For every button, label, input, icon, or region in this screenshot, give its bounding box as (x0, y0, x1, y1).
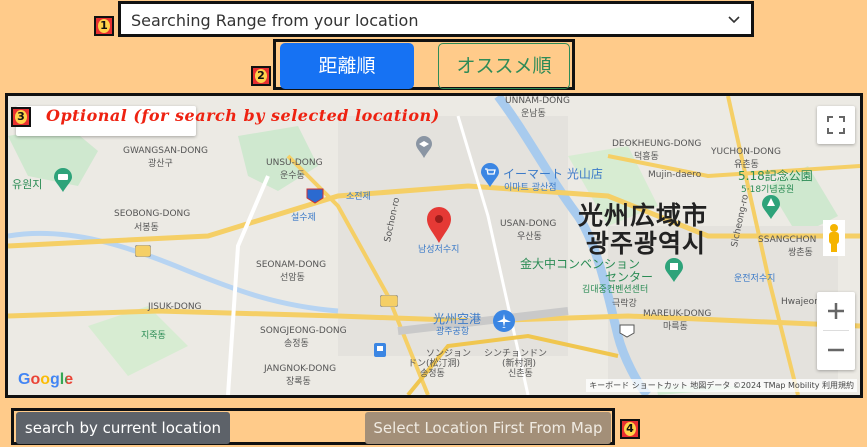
plus-icon (828, 303, 844, 319)
search-range-label: Searching Range from your location (131, 11, 419, 30)
map-label-deokheung-ko: 덕흥동 (634, 152, 659, 162)
map-label-sinchon-ko: 신촌동 (508, 369, 533, 379)
map-label-convention-ko: 김대중컨벤션센터 (582, 285, 649, 295)
train-station-icon (374, 343, 386, 357)
map-label-seobong-ko: 서봉동 (134, 223, 159, 233)
map-label-yuchon: YUCHON-DONG (711, 147, 781, 157)
camera-pin-icon (54, 168, 72, 192)
zoom-out-button[interactable] (817, 331, 855, 369)
map-label-unnam-ko: 운남동 (521, 109, 546, 119)
zoom-in-button[interactable] (817, 292, 855, 330)
map-label-unjeon: 운전저수지 (734, 274, 776, 284)
map-label-emart-ko: 이마트 광산점 (504, 183, 557, 193)
action-bar: search by current location Select Locati… (11, 408, 615, 445)
optional-note: Optional (for search by selected locatio… (46, 106, 440, 125)
route-shield-icon (380, 295, 398, 307)
step-badge-1: 1 (94, 16, 114, 36)
map-label-jisuk: JISUK-DONG (148, 302, 202, 312)
fullscreen-button[interactable] (817, 106, 855, 144)
search-current-location-button[interactable]: search by current location (16, 412, 230, 444)
map-label-gorakgang: 극락강 (612, 299, 637, 309)
step-badge-4: 4 (620, 419, 640, 439)
map-label-deokheung: DEOKHEUNG-DONG (612, 139, 702, 149)
minus-icon (828, 348, 844, 352)
map-label-jisuk-ko: 지죽동 (141, 331, 166, 341)
route-shield-icon-77 (619, 324, 635, 338)
map-view[interactable]: GWANGSAN-DONG 광산구 SEOBONG-DONG 서봉동 SEONA… (5, 93, 863, 398)
select-location-button[interactable]: Select Location First From Map (365, 412, 611, 444)
selected-location-pin-icon[interactable] (427, 207, 451, 243)
shopping-cart-icon (481, 163, 499, 187)
route-shield-icon-22 (135, 245, 151, 257)
map-label-songjeong: SONGJEONG-DONG (260, 326, 347, 336)
map-attribution[interactable]: キーボード ショートカット 地図データ ©2024 TMap Mobility … (586, 379, 857, 392)
map-label-seonam: SEONAM-DONG (256, 260, 327, 270)
map-label-usan: USAN-DONG (500, 219, 557, 229)
chevron-down-icon (728, 16, 740, 24)
map-label-seonam-ko: 선암동 (280, 273, 305, 283)
map-label-gwangsan: GWANGSAN-DONG (123, 146, 208, 156)
map-label-jangnok-ko: 장록동 (286, 377, 311, 387)
airport-icon (493, 310, 515, 332)
map-label-unsu-ko: 운수동 (280, 171, 305, 181)
map-label-gwangsan-ko: 광산구 (148, 159, 173, 169)
building-pin-icon (665, 258, 683, 282)
zoom-control (817, 292, 855, 370)
map-label-unsu: UNSU-DONG (266, 158, 323, 168)
search-range-select[interactable]: Searching Range from your location (118, 1, 754, 37)
map-label-mareuk: MAREUK-DONG (643, 309, 712, 319)
sort-by-distance-button[interactable]: 距離順 (280, 43, 414, 89)
map-label-hwajeong: Hwajeor (781, 297, 818, 307)
map-label-yuwonji: 유원지 (12, 178, 43, 191)
map-label-memorial-ko: 5·18기념공원 (741, 185, 795, 195)
map-label-seobong: SEOBONG-DONG (114, 209, 191, 219)
step-badge-3: 3 (11, 107, 31, 127)
map-label-unnam: UNNAM-DONG (505, 96, 570, 106)
map-label-sosuje: 소전제 (346, 192, 371, 202)
fullscreen-icon (827, 116, 845, 134)
map-label-usan-ko: 우산동 (517, 232, 542, 242)
highway-shield-icon (306, 188, 324, 204)
map-label-ssangchon-ko: 쌍촌동 (788, 248, 813, 258)
map-label-songjeong-ko: 송정동 (284, 339, 309, 349)
map-label-sosuje2: 설수제 (291, 213, 316, 223)
sort-by-recommended-button[interactable]: オススメ順 (438, 43, 570, 89)
map-label-ssangchon: SSANGCHON (758, 235, 817, 245)
map-label-mujin: Mujin-daero (648, 170, 702, 180)
map-label-jangnok: JANGNOK-DONG (264, 364, 337, 374)
street-view-pegman-icon[interactable] (823, 220, 845, 256)
map-label-airport-ko: 광주공항 (436, 327, 470, 337)
park-pin-icon (762, 195, 780, 219)
pin-location-label: 남성저수지 (418, 245, 460, 255)
map-label-sochon-ko: 송정동 (420, 369, 445, 379)
map-label-mareuk-ko: 마륵동 (663, 322, 688, 332)
sort-order-group: 距離順 オススメ順 (273, 39, 575, 90)
step-badge-2: 2 (251, 66, 271, 86)
school-pin-icon (416, 136, 432, 158)
google-logo: Google (18, 371, 74, 388)
